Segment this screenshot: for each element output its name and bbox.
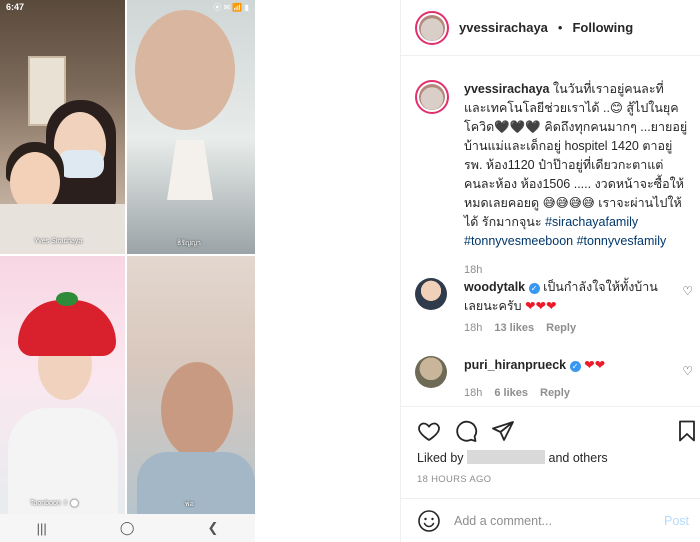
comment-username[interactable]: woodytalk [464, 280, 525, 294]
home-icon[interactable]: ◯ [120, 520, 135, 536]
post-sidebar: yvessirachaya • Following yvessirachaya … [400, 0, 700, 542]
back-icon[interactable]: ❮ [208, 520, 219, 536]
share-paper-plane-icon[interactable] [491, 419, 515, 443]
reply-button[interactable]: Reply [546, 322, 576, 334]
heart-emoji: ❤❤❤ [525, 299, 557, 313]
following-button[interactable]: Following [572, 20, 633, 35]
comment-bubble-icon[interactable] [454, 419, 478, 443]
tile-label: ธิรัญญา [177, 240, 201, 247]
recent-apps-icon[interactable]: ||| [37, 521, 47, 536]
liked-by-others[interactable]: and others [549, 451, 608, 465]
heart-outline-icon[interactable]: ♡ [682, 364, 693, 378]
reply-button[interactable]: Reply [540, 387, 570, 399]
video-tile-dad: พ่อ [127, 256, 255, 514]
avatar[interactable] [415, 278, 447, 310]
like-heart-icon[interactable] [417, 419, 441, 443]
verified-badge-icon: ✓ [528, 283, 540, 294]
caption-username[interactable]: yvessirachaya [464, 82, 550, 96]
android-nav-bar: ||| ◯ ❮ [0, 514, 255, 542]
comment-username[interactable]: puri_hiranprueck [464, 358, 566, 372]
heart-outline-icon[interactable]: ♡ [682, 284, 693, 298]
redacted-username [467, 450, 546, 464]
avatar[interactable] [415, 80, 449, 114]
closeup-face [135, 10, 235, 130]
avatar[interactable] [415, 356, 447, 388]
video-tile-2: ธิรัญญา [127, 0, 255, 254]
strawberry-hat [18, 300, 116, 356]
comment-meta: 18h 13 likes Reply [464, 322, 576, 334]
verified-badge-icon: ✓ [569, 361, 581, 372]
caption-text: ในวันที่เราอยู่คนละที่ และเทคโนโลยีช่วยเ… [464, 82, 688, 229]
tile-label: Yves Sirachaya [34, 238, 83, 245]
post-header: yvessirachaya • Following [401, 0, 700, 56]
comment-body: woodytalk ✓ เป็นกำลังใจให้ทั้งบ้านเลยนะค… [464, 278, 669, 316]
instagram-post-view: 6:47 ⦿ ✉ 📶 ▮ Yves Sirachaya ธิรัญญา Toon… [0, 0, 700, 542]
hashtag-link[interactable]: #tonnyvesfamily [577, 234, 667, 248]
hashtag-link[interactable]: #sirachayafamily [545, 215, 638, 229]
avatar[interactable] [415, 10, 449, 45]
post-timestamp[interactable]: 18 HOURS AGO [417, 474, 491, 485]
liked-by: Liked by and others [417, 450, 608, 465]
comment-body: puri_hiranprueck ✓ ❤❤ [464, 356, 669, 375]
comment-likes[interactable]: 13 likes [494, 322, 534, 334]
status-icons: ⦿ ✉ 📶 ▮ [213, 2, 249, 12]
child-face [10, 152, 60, 212]
action-bar [401, 406, 700, 450]
comment-age: 18h [464, 387, 483, 399]
heart-emoji: ❤❤ [584, 358, 606, 372]
tile-label: Toonboon ✌ ⬤ [30, 500, 79, 507]
add-comment-bar: Add a comment... Post [401, 498, 700, 542]
lamp [167, 140, 213, 200]
comment-age: 18h [464, 322, 483, 334]
bookmark-icon[interactable] [675, 419, 699, 443]
face-mask [58, 150, 104, 178]
header-username[interactable]: yvessirachaya [459, 20, 548, 35]
caption-text-block: yvessirachaya ในวันที่เราอยู่คนละที่ และ… [464, 80, 689, 280]
video-tile-toonboon: Toonboon ✌ ⬤ [0, 256, 125, 514]
post-image[interactable]: 6:47 ⦿ ✉ 📶 ▮ Yves Sirachaya ธิรัญญา Toon… [0, 0, 255, 542]
status-bar: 6:47 ⦿ ✉ 📶 ▮ [0, 0, 255, 14]
hashtag-link[interactable]: #tonnyvesmeeboon [464, 234, 573, 248]
elderly-man-face [161, 362, 233, 458]
comment-likes[interactable]: 6 likes [494, 387, 528, 399]
video-tile-yves: Yves Sirachaya [0, 0, 125, 254]
add-comment-input[interactable]: Add a comment... [454, 514, 552, 528]
separator-dot: • [557, 20, 563, 35]
status-time: 6:47 [6, 2, 25, 12]
post-comment-button[interactable]: Post [664, 514, 689, 528]
comment-meta: 18h 6 likes Reply [464, 387, 570, 399]
emoji-smiley-icon[interactable] [417, 509, 441, 533]
tile-label: พ่อ [185, 501, 194, 508]
liked-by-prefix: Liked by [417, 451, 464, 465]
